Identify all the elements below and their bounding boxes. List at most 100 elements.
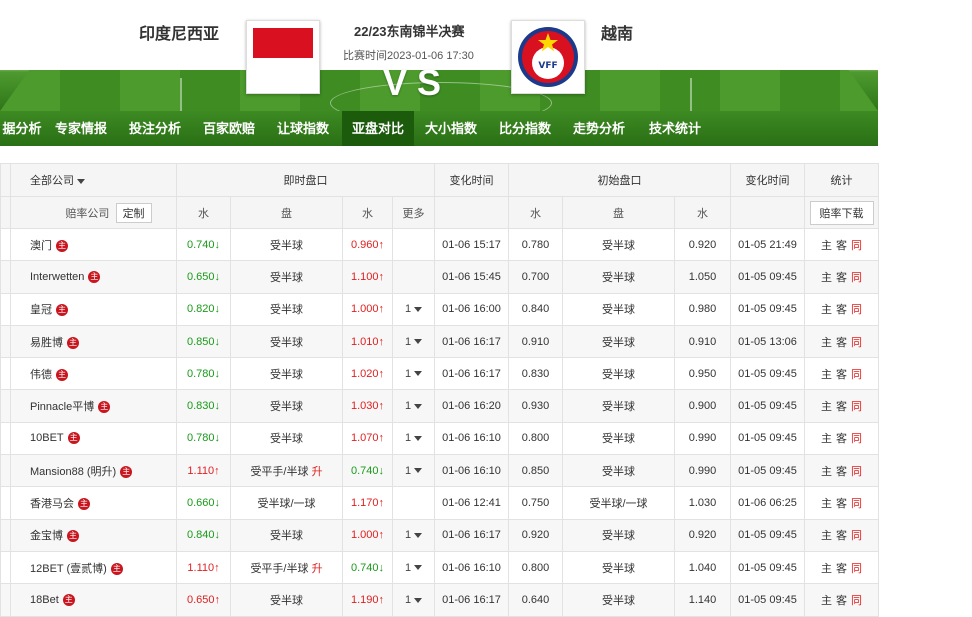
stat-home-link[interactable]: 主 xyxy=(821,466,832,478)
away-team-name[interactable]: 越南 xyxy=(601,20,633,44)
chevron-down-icon[interactable] xyxy=(414,597,423,603)
stat-away-link[interactable]: 客 xyxy=(836,369,847,381)
chevron-down-icon[interactable] xyxy=(414,403,423,409)
home-team-flag[interactable] xyxy=(246,20,320,94)
company-link[interactable]: 金宝博 xyxy=(30,530,63,542)
company-name[interactable]: 香港马会主 xyxy=(10,486,177,520)
live-water-1: 0.740↓ xyxy=(176,227,231,262)
company-link[interactable]: 18Bet xyxy=(30,594,59,606)
nav-item[interactable]: 走势分析 xyxy=(564,111,634,146)
away-team-logo[interactable]: VFF xyxy=(511,20,585,94)
stat-same-link[interactable]: 同 xyxy=(851,337,862,349)
more-dropdown[interactable]: 1 xyxy=(392,454,435,488)
chevron-down-icon[interactable] xyxy=(414,371,423,377)
nav-item[interactable]: 技术统计 xyxy=(638,111,712,146)
company-name[interactable]: 伟德主 xyxy=(10,357,177,391)
stat-home-link[interactable]: 主 xyxy=(821,304,832,316)
stat-same-link[interactable]: 同 xyxy=(851,563,862,575)
stat-away-link[interactable]: 客 xyxy=(836,595,847,607)
stat-away-link[interactable]: 客 xyxy=(836,563,847,575)
company-link[interactable]: 易胜博 xyxy=(30,337,63,349)
stat-away-link[interactable]: 客 xyxy=(836,240,847,252)
stat-away-link[interactable]: 客 xyxy=(836,337,847,349)
company-name[interactable]: Interwetten 主 xyxy=(10,260,177,294)
chevron-down-icon[interactable] xyxy=(414,339,423,345)
company-name[interactable]: 12BET (壹贰博) 主 xyxy=(10,550,177,585)
more-dropdown[interactable] xyxy=(392,227,435,262)
stat-same-link[interactable]: 同 xyxy=(851,401,862,413)
company-link[interactable]: 皇冠 xyxy=(30,304,52,316)
stat-same-link[interactable]: 同 xyxy=(851,498,862,510)
more-dropdown[interactable]: 1 xyxy=(392,357,435,391)
stat-home-link[interactable]: 主 xyxy=(821,595,832,607)
stat-same-link[interactable]: 同 xyxy=(851,272,862,284)
stat-same-link[interactable]: 同 xyxy=(851,466,862,478)
company-name[interactable]: Mansion88 (明升) 主 xyxy=(10,454,177,488)
home-team-name[interactable]: 印度尼西亚 xyxy=(139,20,219,44)
company-filter-dropdown[interactable]: 全部公司 xyxy=(10,163,177,197)
company-name[interactable]: 10BET 主 xyxy=(10,421,177,456)
stat-away-link[interactable]: 客 xyxy=(836,466,847,478)
chevron-down-icon[interactable] xyxy=(414,565,423,571)
row-spacer xyxy=(0,421,11,456)
stat-same-link[interactable]: 同 xyxy=(851,304,862,316)
company-link[interactable]: 10BET xyxy=(30,432,64,444)
stat-away-link[interactable]: 客 xyxy=(836,433,847,445)
stat-same-link[interactable]: 同 xyxy=(851,595,862,607)
company-link[interactable]: 12BET (壹贰博) xyxy=(30,563,107,575)
company-link[interactable]: 伟德 xyxy=(30,369,52,381)
more-dropdown[interactable]: 1 xyxy=(392,292,435,326)
more-dropdown[interactable] xyxy=(392,260,435,294)
company-name[interactable]: 皇冠主 xyxy=(10,292,177,326)
company-link[interactable]: 香港马会 xyxy=(30,498,74,510)
company-name[interactable]: 易胜博主 xyxy=(10,324,177,359)
chevron-down-icon[interactable] xyxy=(414,468,423,474)
company-link[interactable]: Pinnacle平博 xyxy=(30,401,94,413)
nav-item[interactable]: 比分指数 xyxy=(490,111,560,146)
chevron-down-icon[interactable] xyxy=(414,306,423,312)
stat-away-link[interactable]: 客 xyxy=(836,401,847,413)
customize-button[interactable]: 定制 xyxy=(115,202,152,223)
more-dropdown[interactable]: 1 xyxy=(392,324,435,359)
more-dropdown[interactable]: 1 xyxy=(392,389,435,423)
stat-home-link[interactable]: 主 xyxy=(821,272,832,284)
company-link[interactable]: 澳门 xyxy=(30,240,52,252)
company-link[interactable]: Mansion88 (明升) xyxy=(30,466,116,478)
nav-item[interactable]: 亚盘对比 xyxy=(342,111,414,146)
nav-item[interactable]: 投注分析 xyxy=(120,111,190,146)
stat-same-link[interactable]: 同 xyxy=(851,530,862,542)
nav-item[interactable]: 百家欧赔 xyxy=(194,111,264,146)
stat-away-link[interactable]: 客 xyxy=(836,304,847,316)
stat-home-link[interactable]: 主 xyxy=(821,498,832,510)
more-dropdown[interactable]: 1 xyxy=(392,583,435,617)
company-name[interactable]: 18Bet 主 xyxy=(10,583,177,617)
company-name[interactable]: Pinnacle平博主 xyxy=(10,389,177,423)
stat-same-link[interactable]: 同 xyxy=(851,240,862,252)
company-name[interactable]: 澳门主 xyxy=(10,227,177,262)
odds-download-button[interactable]: 赔率下载 xyxy=(809,200,874,225)
stat-home-link[interactable]: 主 xyxy=(821,433,832,445)
stat-away-link[interactable]: 客 xyxy=(836,498,847,510)
nav-item[interactable]: 据分析 xyxy=(0,111,44,146)
more-dropdown[interactable]: 1 xyxy=(392,421,435,456)
more-dropdown[interactable]: 1 xyxy=(392,550,435,585)
stat-home-link[interactable]: 主 xyxy=(821,369,832,381)
nav-item[interactable]: 大小指数 xyxy=(416,111,486,146)
company-link[interactable]: Interwetten xyxy=(30,271,84,283)
stat-home-link[interactable]: 主 xyxy=(821,240,832,252)
stat-home-link[interactable]: 主 xyxy=(821,530,832,542)
stat-home-link[interactable]: 主 xyxy=(821,401,832,413)
stat-home-link[interactable]: 主 xyxy=(821,563,832,575)
chevron-down-icon[interactable] xyxy=(414,436,423,442)
stat-home-link[interactable]: 主 xyxy=(821,337,832,349)
stat-away-link[interactable]: 客 xyxy=(836,530,847,542)
more-dropdown[interactable]: 1 xyxy=(392,518,435,552)
stat-away-link[interactable]: 客 xyxy=(836,272,847,284)
stat-same-link[interactable]: 同 xyxy=(851,369,862,381)
stat-same-link[interactable]: 同 xyxy=(851,433,862,445)
company-name[interactable]: 金宝博主 xyxy=(10,518,177,552)
nav-item[interactable]: 专家情报 xyxy=(46,111,116,146)
more-dropdown[interactable] xyxy=(392,486,435,520)
nav-item[interactable]: 让球指数 xyxy=(268,111,338,146)
chevron-down-icon[interactable] xyxy=(414,532,423,538)
